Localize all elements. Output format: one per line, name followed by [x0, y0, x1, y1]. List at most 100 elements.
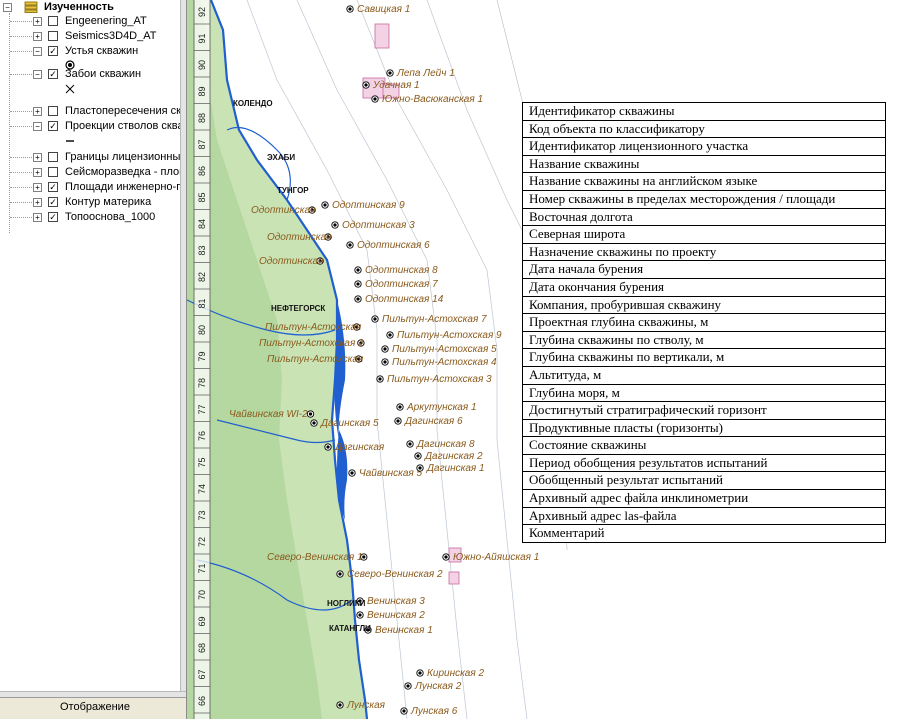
- layer-visibility-checkbox[interactable]: [48, 152, 58, 162]
- well-marker[interactable]: Дагинская 5: [310, 418, 379, 429]
- layer-visibility-checkbox[interactable]: [48, 106, 58, 116]
- well-marker[interactable]: Одоптинская: [251, 205, 316, 216]
- grid-label: 73: [197, 510, 207, 520]
- well-marker[interactable]: Дагинская 6: [394, 416, 463, 427]
- well-marker[interactable]: Пильтун-Астохская 3: [376, 374, 492, 385]
- well-head-dot: [406, 684, 410, 688]
- well-marker[interactable]: Южно-Айяшская 1: [442, 552, 540, 563]
- well-label: Северо-Венинская 1: [267, 552, 363, 563]
- expand-icon[interactable]: +: [33, 107, 42, 116]
- expand-icon[interactable]: +: [33, 153, 42, 162]
- tree-line: [10, 187, 32, 188]
- tab-display[interactable]: Отображение: [0, 697, 186, 719]
- well-label: Чайвинская 5: [359, 468, 423, 479]
- grid-label: 92: [197, 7, 207, 17]
- layer-label: Пластопересечения скв: [65, 105, 187, 117]
- map-view[interactable]: 92 91 90 89 88 87 86 85 84 83 82 81 80 79 78 77 76 75 74 73…: [187, 0, 572, 719]
- well-marker[interactable]: Венинская 3: [356, 596, 425, 607]
- attribute-row: Идентификатор лицензионного участка: [523, 138, 885, 156]
- settlement-label: КОЛЕНДО: [233, 99, 273, 108]
- well-marker[interactable]: Одоптинская 8: [354, 265, 438, 276]
- map-canvas[interactable]: 92 91 90 89 88 87 86 85 84 83 82 81 80 79 78 77 76 75 74 73…: [187, 0, 572, 719]
- well-head-dot: [408, 442, 412, 446]
- well-marker[interactable]: Киринская 2: [416, 668, 485, 679]
- well-path-symbol-icon: [64, 134, 78, 146]
- grid-label: 88: [197, 113, 207, 123]
- well-marker[interactable]: Лунская 2: [404, 681, 462, 692]
- collapse-icon[interactable]: −: [3, 3, 12, 12]
- well-head-dot: [308, 412, 313, 416]
- well-marker[interactable]: Пильтун-Астохская 4: [381, 357, 497, 368]
- well-marker[interactable]: Пильтун-Астохская 5: [381, 344, 497, 355]
- well-marker[interactable]: Аркутунская 1: [396, 402, 477, 413]
- well-marker[interactable]: Северо-Венинская 1: [267, 552, 368, 563]
- collapse-icon[interactable]: −: [33, 122, 42, 131]
- layer-label: Границы лицензионных: [65, 151, 186, 163]
- well-head-dot: [358, 613, 362, 617]
- tree-line: [10, 202, 32, 203]
- settlement-label: НЕФТЕГОРСК: [271, 304, 325, 313]
- layer-visibility-checkbox[interactable]: ✓: [48, 69, 58, 79]
- expand-icon[interactable]: +: [33, 198, 42, 207]
- well-marker[interactable]: Дагинская 1: [416, 463, 485, 474]
- collapse-icon[interactable]: −: [33, 70, 42, 79]
- well-marker[interactable]: Одоптинская: [259, 256, 324, 267]
- well-head-dot: [378, 377, 382, 381]
- well-head-dot: [398, 405, 402, 409]
- well-marker[interactable]: Северо-Венинская 2: [336, 569, 443, 580]
- well-label: Пильтун-Астохская 7: [382, 314, 487, 325]
- grid-label: 69: [197, 616, 207, 626]
- well-marker[interactable]: Пильтун-Астохская: [267, 354, 364, 365]
- layer-visibility-checkbox[interactable]: ✓: [48, 46, 58, 56]
- well-marker[interactable]: Одоптинская 9: [321, 200, 405, 211]
- grid-label: 72: [197, 537, 207, 547]
- layer-visibility-checkbox[interactable]: ✓: [48, 197, 58, 207]
- well-marker[interactable]: Лунская 6: [400, 706, 458, 717]
- expand-icon[interactable]: +: [33, 17, 42, 26]
- well-marker[interactable]: Пильтун-Астохская: [265, 322, 362, 333]
- well-marker[interactable]: Пильтун-Астохская 2: [259, 338, 365, 349]
- well-marker[interactable]: Дагинская 8: [406, 439, 475, 450]
- well-marker[interactable]: Дагинская 2: [414, 451, 483, 462]
- well-marker[interactable]: Венинская 2: [356, 610, 425, 621]
- grid-label: 68: [197, 643, 207, 653]
- expand-icon[interactable]: +: [33, 168, 42, 177]
- layer-visibility-checkbox[interactable]: ✓: [48, 121, 58, 131]
- well-marker[interactable]: Одоптинская 7: [354, 279, 438, 290]
- well-marker[interactable]: Одоптинская: [267, 232, 332, 243]
- tree-line: [10, 74, 32, 75]
- grid-label: 84: [197, 219, 207, 229]
- layer-visibility-checkbox[interactable]: ✓: [48, 182, 58, 192]
- well-marker[interactable]: Чайвинская WI-2: [229, 409, 315, 420]
- well-marker[interactable]: Одоптинская 14: [354, 294, 444, 305]
- attribute-row: Номер скважины в пределах месторождения …: [523, 191, 885, 209]
- vertical-scrollbar[interactable]: [180, 0, 186, 698]
- grid-label: 66: [197, 696, 207, 706]
- well-marker[interactable]: Пильтун-Астохская 9: [386, 330, 502, 341]
- layer-visibility-checkbox[interactable]: [48, 16, 58, 26]
- well-label: Венинская 1: [375, 625, 433, 636]
- attribute-row: Дата окончания бурения: [523, 279, 885, 297]
- collapse-icon[interactable]: −: [33, 47, 42, 56]
- layer-visibility-checkbox[interactable]: ✓: [48, 212, 58, 222]
- well-marker[interactable]: Лепа Лейч 1: [386, 68, 455, 79]
- well-marker[interactable]: Южно-Васюканская 1: [371, 94, 483, 105]
- well-marker[interactable]: Чайвинская 5: [348, 468, 423, 479]
- expand-icon[interactable]: +: [33, 32, 42, 41]
- layer-group-label: Изученность: [44, 1, 114, 13]
- well-marker[interactable]: Одоптинская 3: [331, 220, 415, 231]
- attribute-row: Северная широта: [523, 226, 885, 244]
- well-marker[interactable]: Венинская 1: [364, 625, 433, 636]
- well-head-dot: [362, 555, 366, 559]
- well-head-dot: [444, 555, 448, 559]
- well-marker[interactable]: Савицкая 1: [346, 4, 411, 15]
- expand-icon[interactable]: +: [33, 183, 42, 192]
- well-marker[interactable]: Пильтун-Астохская 7: [371, 314, 487, 325]
- expand-icon[interactable]: +: [33, 213, 42, 222]
- well-marker[interactable]: Одоптинская 6: [346, 240, 430, 251]
- layer-visibility-checkbox[interactable]: [48, 167, 58, 177]
- layer-visibility-checkbox[interactable]: [48, 31, 58, 41]
- grid-label: 75: [197, 457, 207, 467]
- well-head-dot: [326, 445, 330, 449]
- layer-label: Забои скважин: [65, 68, 142, 80]
